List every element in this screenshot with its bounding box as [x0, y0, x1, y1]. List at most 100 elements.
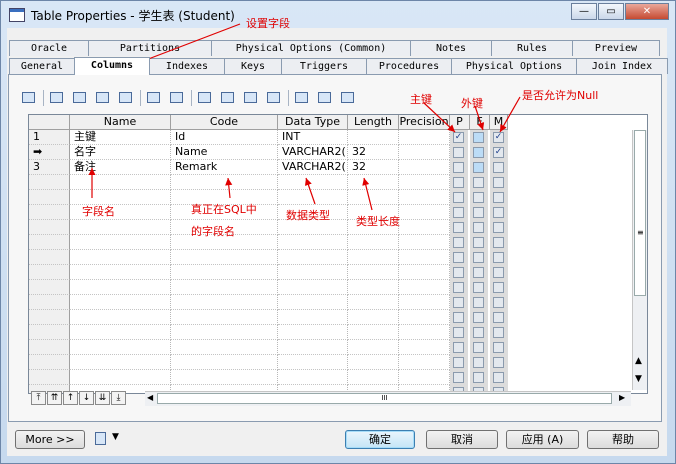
m-checkbox[interactable]: [493, 357, 504, 368]
length-cell[interactable]: [348, 130, 399, 145]
datatype-cell[interactable]: [278, 175, 348, 190]
header-length[interactable]: Length: [348, 115, 399, 130]
p-checkbox[interactable]: [453, 222, 464, 233]
p-checkbox[interactable]: [453, 237, 464, 248]
m-checkbox[interactable]: [493, 237, 504, 248]
code-cell[interactable]: [171, 340, 278, 355]
p-checkbox[interactable]: [453, 252, 464, 263]
code-cell[interactable]: [171, 325, 278, 340]
datatype-cell[interactable]: [278, 280, 348, 295]
apply-button[interactable]: 应用 (A): [506, 430, 579, 449]
f-checkbox[interactable]: [473, 297, 484, 308]
f-checkbox[interactable]: [473, 237, 484, 248]
p-checkbox[interactable]: [453, 147, 464, 158]
p-checkbox[interactable]: [453, 177, 464, 188]
row-header[interactable]: 1: [29, 130, 70, 145]
length-cell[interactable]: [348, 235, 399, 250]
f-checkbox[interactable]: [473, 282, 484, 293]
table-row[interactable]: ➡ 名字 Name VARCHAR2(32 ✓: [29, 145, 647, 160]
move-down-button[interactable]: ↓: [79, 391, 94, 405]
name-cell[interactable]: 备注: [70, 160, 171, 175]
name-cell[interactable]: [70, 310, 171, 325]
code-cell[interactable]: [171, 175, 278, 190]
add-row-icon[interactable]: [48, 90, 66, 106]
m-checkbox[interactable]: ✓: [493, 147, 504, 158]
precision-cell[interactable]: [399, 205, 450, 220]
code-cell[interactable]: Remark: [171, 160, 278, 175]
p-checkbox[interactable]: ✓: [453, 132, 464, 143]
find-icon[interactable]: [293, 90, 311, 106]
copy-rows-icon[interactable]: [117, 90, 135, 106]
code-cell[interactable]: Id: [171, 130, 278, 145]
datatype-cell[interactable]: [278, 190, 348, 205]
table-row[interactable]: [29, 310, 647, 325]
table-row[interactable]: [29, 250, 647, 265]
table-row[interactable]: [29, 235, 647, 250]
datatype-cell[interactable]: VARCHAR2(: [278, 160, 348, 175]
delete-icon[interactable]: [265, 90, 283, 106]
datatype-cell[interactable]: [278, 235, 348, 250]
row-header[interactable]: [29, 340, 70, 355]
f-checkbox[interactable]: [473, 252, 484, 263]
row-header[interactable]: [29, 190, 70, 205]
row-header[interactable]: [29, 280, 70, 295]
row-header[interactable]: [29, 325, 70, 340]
length-cell[interactable]: [348, 190, 399, 205]
attribute-icon[interactable]: [168, 90, 186, 106]
f-checkbox[interactable]: [473, 132, 484, 143]
p-checkbox[interactable]: [453, 207, 464, 218]
table-row[interactable]: 3 备注 Remark VARCHAR2(32: [29, 160, 647, 175]
f-checkbox[interactable]: [473, 372, 484, 383]
scroll-up-icon[interactable]: ▲: [635, 356, 642, 366]
f-checkbox[interactable]: [473, 162, 484, 173]
table-row[interactable]: [29, 265, 647, 280]
code-cell[interactable]: [171, 370, 278, 385]
table-row[interactable]: [29, 175, 647, 190]
filter-options-icon[interactable]: [339, 90, 357, 106]
name-cell[interactable]: 主键: [70, 130, 171, 145]
tab-partitions[interactable]: Partitions: [88, 40, 212, 56]
datatype-cell[interactable]: [278, 265, 348, 280]
restore-button[interactable]: ▭: [598, 3, 624, 20]
f-checkbox[interactable]: [473, 357, 484, 368]
length-cell[interactable]: [348, 295, 399, 310]
tab-preview[interactable]: Preview: [572, 40, 660, 56]
m-checkbox[interactable]: [493, 162, 504, 173]
vertical-scrollbar[interactable]: ≡ ▲ ▼: [632, 130, 647, 390]
datatype-cell[interactable]: [278, 250, 348, 265]
row-header[interactable]: [29, 205, 70, 220]
name-cell[interactable]: [70, 220, 171, 235]
row-header[interactable]: [29, 175, 70, 190]
scroll-down-icon[interactable]: ▼: [635, 374, 642, 384]
precision-cell[interactable]: [399, 355, 450, 370]
header-p[interactable]: P: [450, 115, 470, 130]
horizontal-scrollbar[interactable]: ◀ III ▶: [145, 391, 631, 406]
f-checkbox[interactable]: [473, 207, 484, 218]
tab-general[interactable]: General: [9, 58, 75, 74]
f-checkbox[interactable]: [473, 327, 484, 338]
length-cell[interactable]: [348, 250, 399, 265]
p-checkbox[interactable]: [453, 312, 464, 323]
f-checkbox[interactable]: [473, 147, 484, 158]
code-cell[interactable]: [171, 265, 278, 280]
cancel-button[interactable]: 取消: [426, 430, 498, 449]
precision-cell[interactable]: [399, 220, 450, 235]
more-button[interactable]: More >>: [15, 430, 85, 449]
datatype-cell[interactable]: [278, 295, 348, 310]
code-cell[interactable]: [171, 250, 278, 265]
table-row[interactable]: [29, 325, 647, 340]
length-cell[interactable]: 32: [348, 160, 399, 175]
tab-procedures[interactable]: Procedures: [366, 58, 452, 74]
horizontal-scroll-thumb[interactable]: III: [157, 393, 612, 404]
datatype-cell[interactable]: VARCHAR2(: [278, 145, 348, 160]
name-cell[interactable]: [70, 250, 171, 265]
name-cell[interactable]: [70, 265, 171, 280]
table-row[interactable]: [29, 190, 647, 205]
f-checkbox[interactable]: [473, 267, 484, 278]
m-checkbox[interactable]: [493, 267, 504, 278]
precision-cell[interactable]: [399, 280, 450, 295]
row-header[interactable]: [29, 250, 70, 265]
cut-icon[interactable]: [196, 90, 214, 106]
table-row[interactable]: [29, 205, 647, 220]
name-cell[interactable]: [70, 175, 171, 190]
